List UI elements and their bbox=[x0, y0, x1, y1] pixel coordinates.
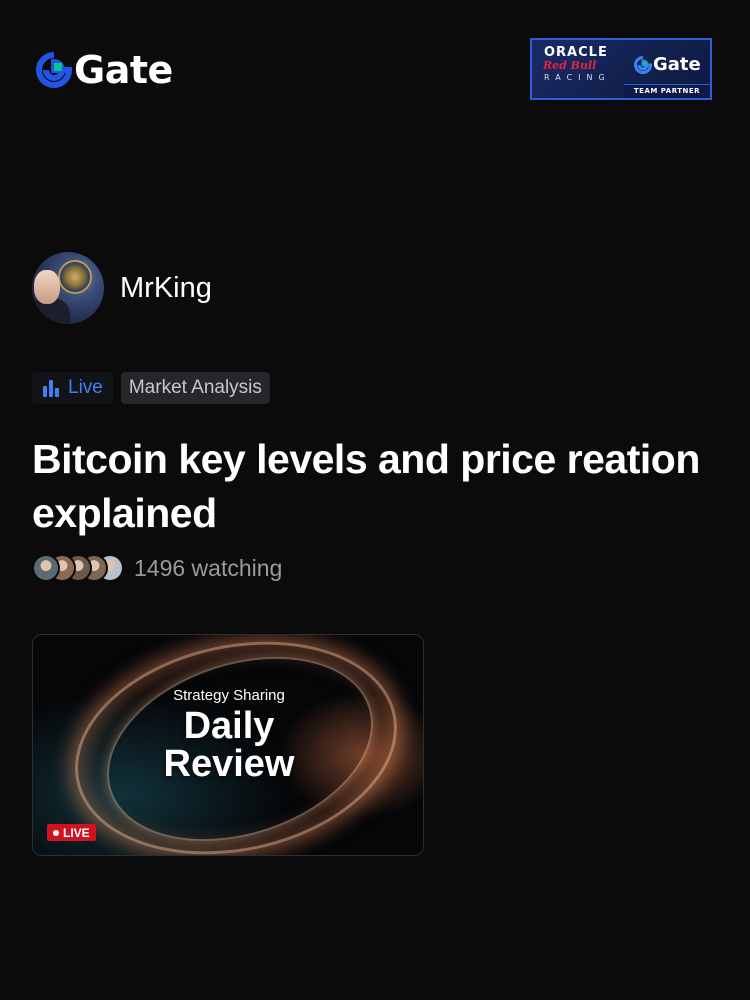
watching-count: 1496 watching bbox=[134, 554, 283, 581]
thumbnail-heading-line2: Review bbox=[163, 743, 295, 785]
viewer-avatar bbox=[32, 554, 60, 582]
live-badge: LIVE bbox=[47, 824, 96, 841]
partner-gate-text: Gate bbox=[653, 54, 701, 75]
gate-logo-icon bbox=[36, 52, 72, 88]
gate-mini-icon bbox=[634, 55, 652, 74]
author-name[interactable]: MrKing bbox=[120, 272, 212, 305]
thumbnail-subtitle: Strategy Sharing bbox=[173, 687, 285, 704]
partner-line-redbull: Red Bull bbox=[543, 59, 597, 72]
viewer-avatars bbox=[32, 554, 124, 582]
live-dot-icon bbox=[53, 829, 59, 836]
author-row[interactable]: MrKing bbox=[32, 252, 212, 324]
avatar-seal bbox=[58, 260, 92, 294]
tag-row: Live Market Analysis bbox=[32, 372, 270, 404]
partner-gate-logo: Gate bbox=[634, 54, 701, 75]
partner-line-racing: RACING bbox=[544, 73, 611, 82]
avatar-face bbox=[34, 270, 60, 304]
partner-banner: ORACLE Red Bull RACING Gate TEAM PARTNER bbox=[530, 38, 712, 100]
category-tag[interactable]: Market Analysis bbox=[120, 372, 270, 404]
watching-row: 1496 watching bbox=[32, 554, 282, 582]
thumbnail-heading-line1: Daily bbox=[183, 705, 275, 747]
author-avatar[interactable] bbox=[32, 252, 104, 324]
gate-logo[interactable]: Gate bbox=[36, 50, 173, 90]
stream-title: Bitcoin key levels and price reation exp… bbox=[32, 436, 700, 536]
live-tag-label: Live bbox=[68, 377, 103, 398]
partner-line-oracle: ORACLE bbox=[544, 45, 608, 60]
live-badge-label: LIVE bbox=[63, 825, 90, 840]
thumbnail-heading: Daily Review bbox=[33, 705, 423, 785]
gate-logo-text: Gate bbox=[74, 48, 173, 92]
stream-thumbnail-card[interactable]: Strategy Sharing Daily Review LIVE bbox=[32, 634, 424, 856]
team-partner-badge: TEAM PARTNER bbox=[624, 84, 710, 98]
live-tag: Live bbox=[32, 372, 113, 404]
live-bars-icon bbox=[43, 380, 59, 397]
